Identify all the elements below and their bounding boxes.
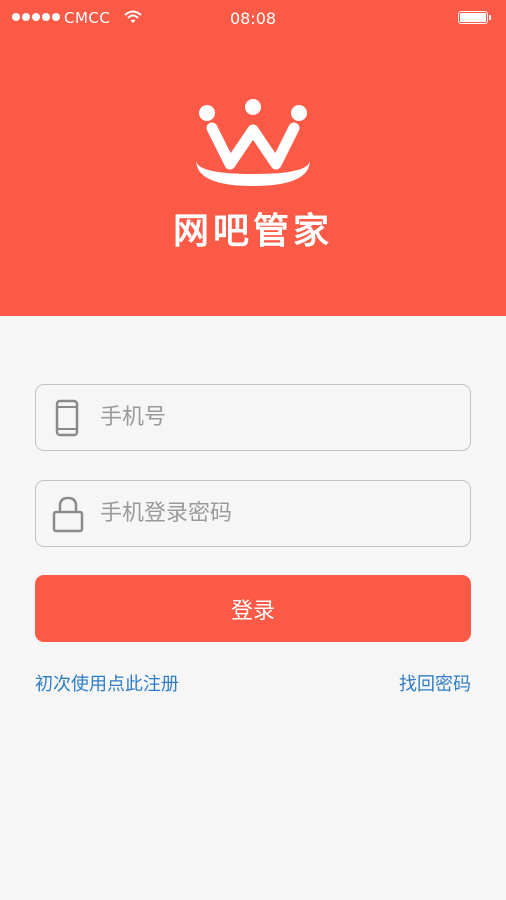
crown-w-logo xyxy=(196,99,310,186)
app-name: 网吧管家 xyxy=(172,210,333,252)
phone-field[interactable] xyxy=(35,384,471,451)
login-button[interactable]: 登录 xyxy=(35,575,471,642)
status-time: 08:08 xyxy=(229,9,277,28)
status-bar: CMCC 08:08 xyxy=(0,0,506,36)
password-input[interactable] xyxy=(100,481,460,546)
battery-icon xyxy=(458,11,491,24)
phone-input[interactable] xyxy=(100,385,460,450)
mobile-phone-icon xyxy=(55,399,79,437)
lock-icon xyxy=(52,496,84,533)
register-link[interactable]: 初次使用点此注册 xyxy=(35,670,179,696)
password-field[interactable] xyxy=(35,480,471,547)
forgot-password-link[interactable]: 找回密码 xyxy=(399,670,471,696)
header-banner: CMCC 08:08 网吧管家 xyxy=(0,0,506,316)
